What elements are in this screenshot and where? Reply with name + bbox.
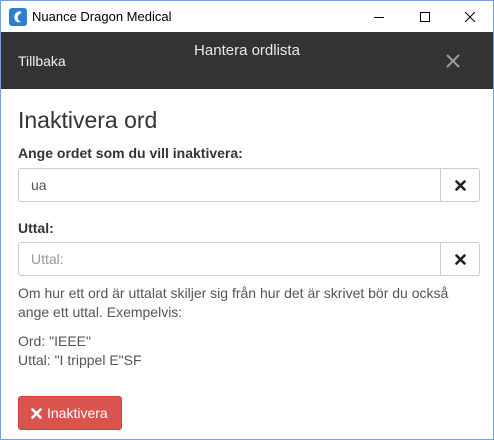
pronunciation-label: Uttal: [18, 220, 54, 236]
clear-icon [454, 253, 466, 265]
maximize-button[interactable] [402, 1, 448, 32]
clear-pronunciation-button[interactable] [440, 242, 480, 276]
deactivate-button[interactable]: Inaktivera [18, 396, 122, 430]
window-close-button[interactable] [447, 1, 493, 32]
clear-icon [454, 179, 466, 191]
close-icon [446, 54, 460, 68]
app-window: Nuance Dragon Medical Tillbaka Hantera o… [0, 0, 494, 440]
close-icon [465, 11, 475, 22]
word-input[interactable] [18, 168, 440, 202]
example-pronunciation: Uttal: "I trippel E"SF [18, 352, 142, 368]
dialog-title: Hantera ordlista [194, 42, 300, 59]
header-close-button[interactable] [444, 52, 462, 70]
window-title: Nuance Dragon Medical [32, 9, 172, 24]
page-title: Inaktivera ord [18, 107, 158, 133]
dialog-header: Tillbaka Hantera ordlista [1, 32, 493, 89]
minimize-button[interactable] [356, 1, 402, 32]
minimize-icon [374, 16, 384, 18]
dragon-app-icon [9, 8, 27, 26]
title-bar[interactable]: Nuance Dragon Medical [1, 1, 493, 32]
clear-word-button[interactable] [440, 168, 480, 202]
maximize-icon [420, 11, 430, 22]
example-word: Ord: "IEEE" [18, 333, 91, 349]
pronunciation-input[interactable] [18, 242, 440, 276]
help-text: Om hur ett ord är uttalat skiljer sig fr… [18, 285, 449, 320]
word-label: Ange ordet som du vill inaktivera: [18, 145, 243, 161]
word-input-group [18, 168, 480, 202]
deactivate-label: Inaktivera [47, 405, 108, 421]
pronunciation-input-group [18, 242, 480, 276]
remove-icon [31, 407, 42, 419]
